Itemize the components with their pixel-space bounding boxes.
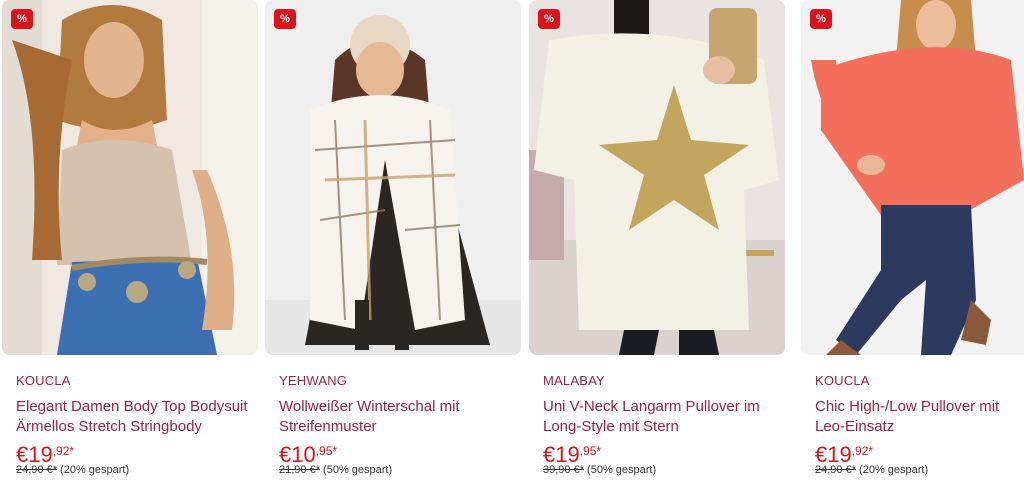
old-price: 24,90 €* (815, 464, 856, 476)
product-price: €19,92* (815, 444, 1024, 466)
product-title[interactable]: Chic High-/Low Pullover mit Leo-Einsatz (815, 397, 1024, 437)
product-image[interactable]: % (801, 0, 1024, 355)
old-price: 24,90 €* (16, 464, 57, 476)
price-comparison: 39,90 €* (50% gespart) (543, 464, 785, 478)
product-card[interactable]: % YEHWANG Wollweißer Winterschal mit Str… (265, 0, 521, 484)
product-brand[interactable]: KOUCLA (16, 373, 258, 391)
product-photo (801, 0, 1024, 355)
product-image[interactable]: % (265, 0, 521, 355)
product-card[interactable]: % KOUCLA Chic High-/Low Pullover mit Leo… (801, 0, 1024, 484)
savings-text: (50% gespart) (323, 464, 393, 476)
savings-text: (20% gespart) (60, 464, 130, 476)
price-cents: ,95* (315, 444, 338, 458)
product-photo (265, 0, 521, 355)
product-image[interactable]: % (529, 0, 785, 355)
product-photo (529, 0, 785, 355)
product-brand[interactable]: MALABAY (543, 373, 785, 391)
price-comparison: 24,90 €* (20% gespart) (16, 464, 258, 478)
old-price: 39,90 €* (543, 464, 584, 476)
product-price: €19,95* (543, 444, 785, 466)
discount-badge: % (274, 9, 296, 29)
product-price: €10,95* (279, 444, 521, 466)
product-grid: % KOUCLA Elegant Damen Body Top Bodysuit… (0, 0, 1024, 484)
product-card[interactable]: % KOUCLA Elegant Damen Body Top Bodysuit… (2, 0, 258, 484)
discount-badge: % (538, 9, 560, 29)
discount-badge: % (11, 9, 33, 29)
savings-text: (50% gespart) (587, 464, 657, 476)
price-cents: ,92* (52, 444, 75, 458)
product-image[interactable]: % (2, 0, 258, 355)
product-title[interactable]: Elegant Damen Body Top Bodysuit Ärmellos… (16, 397, 258, 437)
old-price: 21,90 €* (279, 464, 320, 476)
price-comparison: 24,90 €* (20% gespart) (815, 464, 1024, 478)
savings-text: (20% gespart) (859, 464, 929, 476)
product-title[interactable]: Wollweißer Winterschal mit Streifenmuste… (279, 397, 521, 437)
price-comparison: 21,90 €* (50% gespart) (279, 464, 521, 478)
product-brand[interactable]: KOUCLA (815, 373, 1024, 391)
product-photo (2, 0, 258, 355)
product-card[interactable]: % MALABAY Uni V-Neck Langarm Pullover im… (529, 0, 785, 484)
discount-badge: % (810, 9, 832, 29)
price-cents: ,92* (851, 444, 874, 458)
product-price: €19,92* (16, 444, 258, 466)
product-brand[interactable]: YEHWANG (279, 373, 521, 391)
product-title[interactable]: Uni V-Neck Langarm Pullover im Long-Styl… (543, 397, 785, 437)
price-cents: ,95* (579, 444, 602, 458)
